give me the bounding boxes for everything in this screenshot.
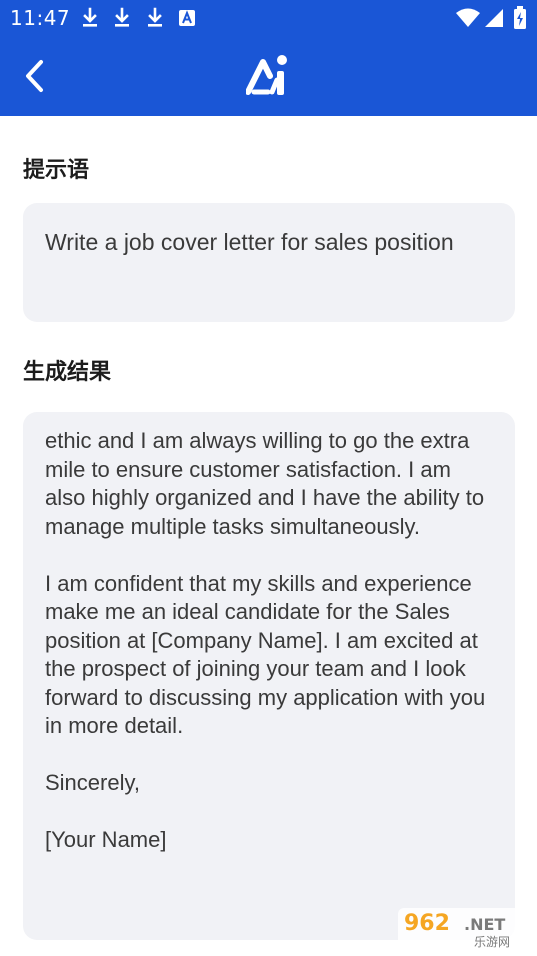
result-card[interactable]: ethic and I am always willing to go the … [23, 412, 515, 940]
wifi-icon [456, 8, 480, 27]
svg-text:962: 962 [404, 911, 450, 936]
result-text: ethic and I am always willing to go the … [45, 428, 486, 852]
ai-logo [246, 55, 287, 95]
watermark-logo: 962 .NET 乐游网 [398, 908, 530, 950]
prompt-card[interactable]: Write a job cover letter for sales posit… [23, 203, 515, 322]
app-bar [0, 36, 537, 116]
download-icon [83, 7, 97, 27]
a-icon [179, 10, 195, 26]
battery-icon [514, 6, 526, 29]
download-icon [148, 7, 162, 27]
svg-text:乐游网: 乐游网 [474, 935, 510, 949]
status-bar: 11:47 [0, 0, 537, 36]
svg-text:.NET: .NET [464, 915, 505, 934]
result-section-title: 生成结果 [23, 360, 112, 385]
status-time: 11:47 [10, 6, 71, 30]
prompt-text: Write a job cover letter for sales posit… [45, 229, 454, 255]
signal-icon [485, 9, 503, 27]
back-arrow-icon [26, 60, 43, 92]
download-icon [115, 7, 129, 27]
back-button[interactable] [14, 54, 54, 98]
prompt-section-title: 提示语 [23, 158, 90, 183]
